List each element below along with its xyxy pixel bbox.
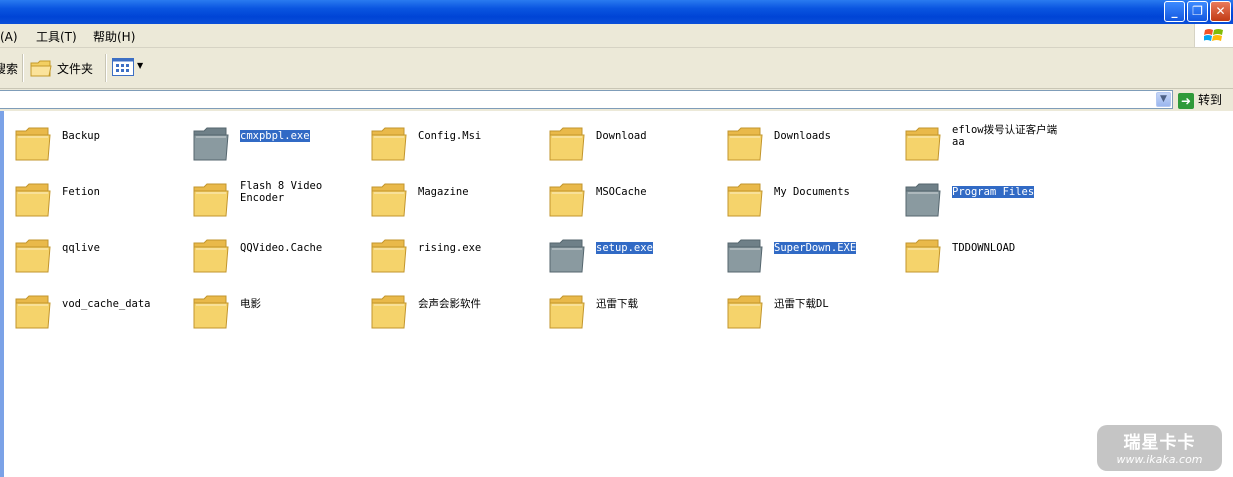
watermark: 瑞星卡卡 www.ikaka.com bbox=[1097, 425, 1222, 471]
folder-name: qqlive bbox=[62, 242, 100, 254]
folder-item[interactable]: Downloads bbox=[726, 119, 896, 167]
folder-icon bbox=[371, 239, 407, 273]
folder-item[interactable]: Flash 8 Video Encoder bbox=[192, 175, 362, 223]
folder-icon bbox=[193, 183, 229, 217]
folder-name: TDDOWNLOAD bbox=[952, 242, 1016, 254]
folder-name: My Documents bbox=[774, 186, 850, 198]
folder-item[interactable]: Program Files bbox=[904, 175, 1074, 223]
restore-button[interactable]: ❐ bbox=[1187, 1, 1208, 22]
folder-icon bbox=[193, 295, 229, 329]
folder-item[interactable]: QQVideo.Cache bbox=[192, 231, 362, 279]
folder-item[interactable]: vod_cache_data bbox=[14, 287, 184, 335]
folder-icon bbox=[371, 127, 407, 161]
folder-icon bbox=[905, 183, 941, 217]
search-button[interactable]: 搜索 bbox=[0, 60, 18, 77]
folder-icon bbox=[905, 127, 941, 161]
title-bar: _ ❐ ✕ bbox=[0, 0, 1233, 24]
folder-item[interactable]: rising.exe bbox=[370, 231, 540, 279]
menu-tools[interactable]: 工具(T) bbox=[36, 28, 77, 45]
folder-name: setup.exe bbox=[596, 242, 653, 254]
folder-icon bbox=[193, 127, 229, 161]
folder-icon bbox=[15, 239, 51, 273]
folder-icon bbox=[549, 295, 585, 329]
go-button[interactable]: ➜ 转到 bbox=[1178, 91, 1222, 109]
menu-bar: 看(A) 工具(T) 帮助(H) bbox=[0, 24, 1233, 48]
folder-item[interactable]: Magazine bbox=[370, 175, 540, 223]
folder-icon bbox=[727, 295, 763, 329]
folder-name: Downloads bbox=[774, 130, 831, 142]
watermark-title: 瑞星卡卡 bbox=[1123, 433, 1196, 453]
folder-icon bbox=[727, 183, 763, 217]
folder-name: 迅雷下载DL bbox=[774, 298, 829, 310]
folder-item[interactable]: 迅雷下载DL bbox=[726, 287, 896, 335]
folder-icon bbox=[15, 127, 51, 161]
folder-item[interactable]: SuperDown.EXE bbox=[726, 231, 896, 279]
menu-view[interactable]: 看(A) bbox=[0, 28, 18, 45]
folder-icon bbox=[371, 183, 407, 217]
folder-name: cmxpbpl.exe bbox=[240, 130, 310, 142]
folder-item[interactable]: MSOCache bbox=[548, 175, 718, 223]
folder-name: Flash 8 Video Encoder bbox=[240, 180, 323, 204]
folder-item[interactable]: My Documents bbox=[726, 175, 896, 223]
folder-icon bbox=[727, 127, 763, 161]
folder-name: 电影 bbox=[240, 298, 261, 310]
toolbar: 搜索 文件夹 ▼ bbox=[0, 48, 1233, 89]
address-input[interactable]: ▼ bbox=[0, 90, 1173, 109]
toolbar-separator bbox=[22, 54, 24, 82]
folder-item[interactable]: 电影 bbox=[192, 287, 362, 335]
views-button[interactable]: ▼ bbox=[112, 58, 146, 78]
folder-icon bbox=[905, 239, 941, 273]
watermark-url: www.ikaka.com bbox=[1116, 453, 1203, 466]
folder-item[interactable]: setup.exe bbox=[548, 231, 718, 279]
address-bar: ▼ ➜ 转到 bbox=[0, 89, 1233, 112]
folder-item[interactable]: TDDOWNLOAD bbox=[904, 231, 1074, 279]
folder-name: rising.exe bbox=[418, 242, 482, 254]
folder-name: Config.Msi bbox=[418, 130, 482, 142]
folder-icon bbox=[30, 60, 52, 77]
folder-item[interactable]: cmxpbpl.exe bbox=[192, 119, 362, 167]
folder-name: SuperDown.EXE bbox=[774, 242, 857, 254]
folder-item[interactable]: 会声会影软件 bbox=[370, 287, 540, 335]
folder-name: MSOCache bbox=[596, 186, 647, 198]
folder-name: QQVideo.Cache bbox=[240, 242, 323, 254]
folder-icon bbox=[15, 295, 51, 329]
go-arrow-icon: ➜ bbox=[1178, 92, 1194, 109]
chevron-down-icon: ▼ bbox=[137, 61, 144, 70]
folder-item[interactable]: Download bbox=[548, 119, 718, 167]
folder-name: vod_cache_data bbox=[62, 298, 151, 310]
folder-item[interactable]: eflow拨号认证客户端 aa bbox=[904, 119, 1074, 167]
menu-help[interactable]: 帮助(H) bbox=[93, 28, 135, 45]
folder-item[interactable]: Backup bbox=[14, 119, 184, 167]
folder-item[interactable]: qqlive bbox=[14, 231, 184, 279]
chevron-down-icon[interactable]: ▼ bbox=[1156, 92, 1171, 107]
folder-name: 迅雷下载 bbox=[596, 298, 638, 310]
folder-icon bbox=[549, 127, 585, 161]
folder-name: eflow拨号认证客户端 aa bbox=[952, 124, 1058, 148]
folder-name: Download bbox=[596, 130, 647, 142]
folder-icon bbox=[193, 239, 229, 273]
folder-icon bbox=[549, 183, 585, 217]
folder-icon bbox=[727, 239, 763, 273]
windows-logo bbox=[1194, 24, 1233, 47]
folder-item[interactable]: Config.Msi bbox=[370, 119, 540, 167]
folder-item[interactable]: Fetion bbox=[14, 175, 184, 223]
folder-name: Fetion bbox=[62, 186, 100, 198]
folder-icon bbox=[15, 183, 51, 217]
toolbar-separator bbox=[105, 54, 107, 82]
folder-name: Magazine bbox=[418, 186, 469, 198]
folder-name: Backup bbox=[62, 130, 100, 142]
folders-button[interactable]: 文件夹 bbox=[30, 56, 100, 80]
folder-icon bbox=[371, 295, 407, 329]
minimize-button[interactable]: _ bbox=[1164, 1, 1185, 22]
folders-button-label: 文件夹 bbox=[57, 62, 94, 76]
close-button[interactable]: ✕ bbox=[1210, 1, 1231, 22]
file-list: Backup cmxpbpl.exe Config.Msi Download Downl… bbox=[4, 111, 1233, 477]
folder-name: 会声会影软件 bbox=[418, 298, 481, 310]
views-icon bbox=[112, 58, 134, 76]
folder-name: Program Files bbox=[952, 186, 1035, 198]
folder-item[interactable]: 迅雷下载 bbox=[548, 287, 718, 335]
go-button-label: 转到 bbox=[1198, 93, 1223, 107]
folder-icon bbox=[549, 239, 585, 273]
